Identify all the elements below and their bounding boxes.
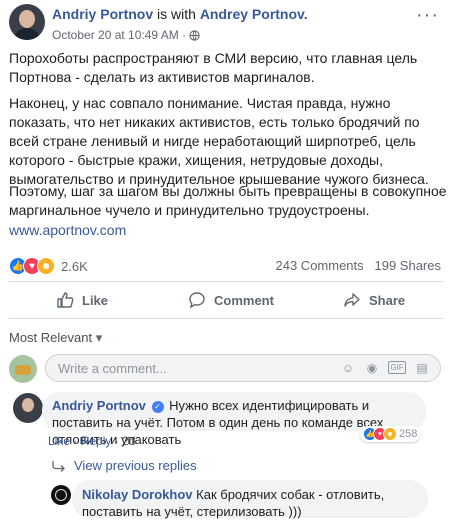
comment-icon xyxy=(189,292,205,309)
author-avatar[interactable] xyxy=(9,4,45,40)
divider-bottom xyxy=(9,318,444,319)
comment-age[interactable]: 2d xyxy=(122,434,135,448)
emoji-icon[interactable]: ☺ xyxy=(340,361,356,375)
more-options-button[interactable]: ··· xyxy=(416,4,439,27)
chevron-down-icon: ▾ xyxy=(95,330,103,345)
share-label: Share xyxy=(369,292,406,308)
view-previous-replies[interactable]: View previous replies xyxy=(52,458,197,473)
post-author-name[interactable]: Andriy Portnov xyxy=(52,6,153,22)
meta-separator: · xyxy=(182,28,187,42)
post-timestamp[interactable]: October 20 at 10:49 AM xyxy=(52,28,179,42)
sticker-icon[interactable]: ▤ xyxy=(414,361,430,375)
post-counts: 243 Comments 199 Shares xyxy=(276,258,442,273)
haha-reaction-icon: ☻ xyxy=(383,427,397,441)
comment-placeholder: Write a comment... xyxy=(58,361,167,376)
thumbs-up-icon xyxy=(57,292,74,308)
haha-reaction-icon: ☻ xyxy=(37,257,55,275)
comment-like-link[interactable]: Like xyxy=(48,434,70,448)
current-user-avatar xyxy=(9,355,37,383)
comments-count[interactable]: 243 Comments xyxy=(276,258,364,273)
gif-icon[interactable]: GIF xyxy=(388,361,406,374)
comment-reply-link[interactable]: Reply xyxy=(81,434,112,448)
comment-reaction-count: 258 xyxy=(399,428,418,440)
reaction-summary[interactable]: 👍 ♥ ☻ 2.6K xyxy=(9,257,88,275)
like-button[interactable]: Like xyxy=(56,291,108,309)
post-author-line: Andriy Portnov is with Andrey Portnov. xyxy=(52,6,308,22)
reactions-count: 2.6K xyxy=(61,258,88,274)
shares-count[interactable]: 199 Shares xyxy=(375,258,442,273)
comment-input-icons: ☺ ◉ GIF ▤ xyxy=(332,361,430,375)
post-meta: October 20 at 10:49 AM · xyxy=(52,28,201,44)
post-paragraph-3: Поэтому, шаг за шагом вы должны быть пре… xyxy=(9,183,447,218)
website-link[interactable]: www.aportnov.com xyxy=(9,222,126,238)
verified-badge-icon: ✓ xyxy=(151,401,164,413)
separator: · xyxy=(73,434,78,448)
tagged-user[interactable]: Andrey Portnov. xyxy=(200,6,308,22)
reply-body: Nikolay Dorokhov Как бродячих собак - от… xyxy=(82,486,422,520)
comment-actions: Like · Reply · 2d xyxy=(48,434,135,448)
globe-icon xyxy=(189,30,201,44)
with-text: is with xyxy=(157,6,196,22)
reply-avatar[interactable] xyxy=(51,485,71,505)
comment-button[interactable]: Comment xyxy=(188,291,274,309)
divider-top xyxy=(9,281,444,282)
post-paragraph-2: Наконец, у нас совпало понимание. Чистая… xyxy=(9,95,429,187)
comment-filter-dropdown[interactable]: Most Relevant ▾ xyxy=(9,330,102,346)
share-icon xyxy=(344,293,360,307)
post-paragraph-1: Порохоботы распространяют в СМИ версию, … xyxy=(9,50,418,85)
camera-icon[interactable]: ◉ xyxy=(364,361,380,375)
like-label: Like xyxy=(82,292,109,308)
comment-input[interactable]: Write a comment... ☺ ◉ GIF ▤ xyxy=(45,354,441,382)
separator: · xyxy=(114,434,119,448)
comment-label: Comment xyxy=(214,292,274,308)
commenter-avatar[interactable] xyxy=(13,393,43,423)
reply-author-name[interactable]: Nikolay Dorokhov xyxy=(82,487,193,502)
reply-arrow-icon xyxy=(52,460,65,472)
share-button[interactable]: Share xyxy=(343,291,405,309)
commenter-name[interactable]: Andriy Portnov xyxy=(52,398,146,413)
comment-reactions[interactable]: 👍 ♥ ☻ 258 xyxy=(360,426,421,442)
view-previous-label: View previous replies xyxy=(74,458,197,473)
comment-filter-label: Most Relevant xyxy=(9,330,93,345)
